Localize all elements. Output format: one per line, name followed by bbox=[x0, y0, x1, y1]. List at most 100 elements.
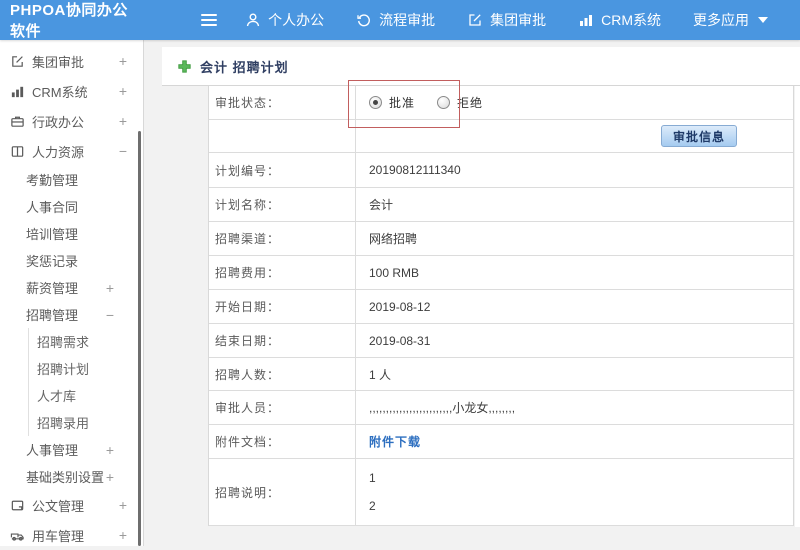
button-cell: 审批信息 bbox=[356, 120, 793, 152]
field-label: 审批人员： bbox=[209, 391, 356, 424]
collapse-toggle[interactable]: − bbox=[119, 143, 127, 159]
start-date-row: 开始日期： 2019-08-12 bbox=[209, 290, 793, 324]
field-value: 2019-08-12 bbox=[369, 299, 431, 314]
sidebar-item-crm[interactable]: CRM系统 + bbox=[0, 76, 143, 106]
sidebar-item-label: 人事管理 bbox=[26, 443, 79, 458]
sidebar-item-label: 招聘管理 bbox=[26, 308, 79, 323]
sidebar-item-label: 考勤管理 bbox=[26, 173, 79, 188]
app-title: PHPOA协同办公软件 bbox=[10, 2, 128, 40]
approval-info-button[interactable]: 审批信息 bbox=[660, 125, 737, 147]
sidebar-item-label: 培训管理 bbox=[26, 227, 79, 242]
recruit-channel-row: 招聘渠道： 网络招聘 bbox=[209, 222, 793, 256]
nav-label: 更多应用 bbox=[693, 12, 749, 28]
sidebar-scrollbar[interactable] bbox=[138, 131, 141, 546]
car-icon bbox=[9, 527, 25, 543]
page-title: 会计 招聘计划 bbox=[200, 59, 289, 75]
nav-label: 流程审批 bbox=[379, 12, 436, 28]
approvers-row: 审批人员： ,,,,,,,,,,,,,,,,,,,,,,,,,小龙女,,,,,,… bbox=[209, 391, 793, 425]
sidebar-item-label: 集团审批 bbox=[32, 54, 85, 70]
edit-square-icon bbox=[9, 53, 25, 69]
nav-label: 集团审批 bbox=[490, 12, 547, 28]
sidebar-item-label: 基础类别设置 bbox=[26, 470, 105, 485]
sidebar-item-base-category[interactable]: 基础类别设置 + bbox=[0, 463, 143, 490]
sidebar-item-human-resources[interactable]: 人力资源 − bbox=[0, 136, 143, 166]
field-value: 20190812111340 bbox=[369, 163, 461, 177]
end-date-row: 结束日期： 2019-08-31 bbox=[209, 324, 793, 358]
sidebar-item-recruit-hire[interactable]: 招聘录用 bbox=[28, 409, 143, 436]
attachment-download-link[interactable]: 附件下载 bbox=[369, 433, 421, 450]
sidebar-item-personnel-mgmt[interactable]: 人事管理 + bbox=[0, 436, 143, 463]
approve-radio[interactable] bbox=[369, 96, 382, 109]
sidebar-item-admin-office[interactable]: 行政办公 + bbox=[0, 106, 143, 136]
field-value: 会计 bbox=[369, 198, 394, 212]
sidebar-item-recruit-mgmt[interactable]: 招聘管理 − bbox=[0, 301, 143, 328]
field-label: 审批状态： bbox=[209, 86, 356, 119]
reject-radio-label[interactable]: 拒绝 bbox=[457, 94, 483, 111]
content-right-strip bbox=[795, 86, 800, 527]
sidebar-item-group-approval[interactable]: 集团审批 + bbox=[0, 46, 143, 76]
nav-label: CRM系统 bbox=[601, 12, 661, 28]
nav-group-approval[interactable]: 集团审批 bbox=[467, 10, 546, 30]
expand-toggle[interactable]: + bbox=[119, 113, 127, 129]
field-value: 1 人 bbox=[369, 367, 392, 382]
nav-more-apps[interactable]: 更多应用 bbox=[693, 10, 768, 30]
nav-personal-office[interactable]: 个人办公 bbox=[245, 10, 324, 30]
sidebar-item-recruit-plan[interactable]: 招聘计划 bbox=[28, 355, 143, 382]
caret-down-icon bbox=[758, 17, 768, 23]
sidebar-item-training[interactable]: 培训管理 bbox=[0, 220, 143, 247]
sidebar-item-label: 公文管理 bbox=[32, 498, 85, 514]
field-value: ,,,,,,,,,,,,,,,,,,,,,,,,,小龙女,,,,,,,, bbox=[369, 401, 516, 415]
sidebar-item-label: CRM系统 bbox=[32, 84, 88, 100]
empty-label-cell bbox=[209, 120, 356, 152]
approval-status-options: 批准 拒绝 bbox=[356, 86, 793, 119]
user-icon bbox=[245, 12, 261, 28]
attachment-row: 附件文档： 附件下载 bbox=[209, 425, 793, 459]
description-row: 招聘说明： 1 2 bbox=[209, 459, 793, 526]
description-line: 1 bbox=[369, 471, 376, 485]
sidebar-item-label: 奖惩记录 bbox=[26, 254, 79, 269]
add-plus-icon[interactable] bbox=[178, 59, 191, 73]
expand-toggle[interactable]: + bbox=[119, 497, 127, 513]
field-label: 计划名称： bbox=[209, 188, 356, 221]
expand-toggle[interactable]: + bbox=[106, 442, 114, 458]
nav-workflow-approval[interactable]: 流程审批 bbox=[356, 10, 435, 30]
edit-icon bbox=[467, 12, 483, 28]
sidebar-item-label: 招聘需求 bbox=[37, 335, 90, 350]
nav-label: 个人办公 bbox=[268, 12, 325, 28]
history-icon bbox=[356, 12, 372, 28]
sidebar-item-label: 用车管理 bbox=[32, 528, 85, 544]
field-value: 网络招聘 bbox=[369, 232, 418, 246]
sidebar-item-hr-contract[interactable]: 人事合同 bbox=[0, 193, 143, 220]
hamburger-menu-icon[interactable] bbox=[201, 14, 218, 26]
expand-toggle[interactable]: + bbox=[119, 83, 127, 99]
sidebar-item-document-mgmt[interactable]: 公文管理 + bbox=[0, 490, 143, 520]
field-value: 100 RMB bbox=[369, 265, 420, 280]
book-icon bbox=[9, 143, 25, 159]
approve-radio-label[interactable]: 批准 bbox=[389, 94, 415, 111]
sidebar: 集团审批 + CRM系统 + 行政办公 + 人力资源 − 考勤管理 人事合同 培… bbox=[0, 40, 144, 546]
expand-toggle[interactable]: + bbox=[119, 527, 127, 543]
field-value: 2019-08-31 bbox=[369, 333, 431, 348]
sidebar-item-attendance[interactable]: 考勤管理 bbox=[0, 166, 143, 193]
field-label: 开始日期： bbox=[209, 290, 356, 323]
reject-radio[interactable] bbox=[437, 96, 451, 109]
field-value: 附件下载 bbox=[356, 425, 793, 458]
field-label: 计划编号： bbox=[209, 153, 356, 187]
bar-chart-icon bbox=[578, 12, 594, 28]
sidebar-item-label: 人才库 bbox=[37, 389, 77, 404]
plan-number-row: 计划编号： 20190812111340 bbox=[209, 153, 793, 188]
sidebar-item-rewards[interactable]: 奖惩记录 bbox=[0, 247, 143, 274]
field-label: 招聘人数： bbox=[209, 358, 356, 390]
top-nav: 个人办公 流程审批 集团审批 CRM系统 更多应用 bbox=[245, 10, 800, 30]
sidebar-item-talent-pool[interactable]: 人才库 bbox=[28, 382, 143, 409]
sidebar-item-label: 人事合同 bbox=[26, 200, 79, 215]
sidebar-item-recruit-demand[interactable]: 招聘需求 bbox=[28, 328, 143, 355]
expand-toggle[interactable]: + bbox=[106, 280, 114, 296]
collapse-toggle[interactable]: − bbox=[106, 307, 114, 323]
description-line: 2 bbox=[369, 499, 376, 513]
expand-toggle[interactable]: + bbox=[106, 469, 114, 485]
sidebar-item-salary[interactable]: 薪资管理 + bbox=[0, 274, 143, 301]
expand-toggle[interactable]: + bbox=[119, 53, 127, 69]
nav-crm-system[interactable]: CRM系统 bbox=[578, 10, 661, 30]
field-label: 招聘说明： bbox=[209, 459, 356, 525]
